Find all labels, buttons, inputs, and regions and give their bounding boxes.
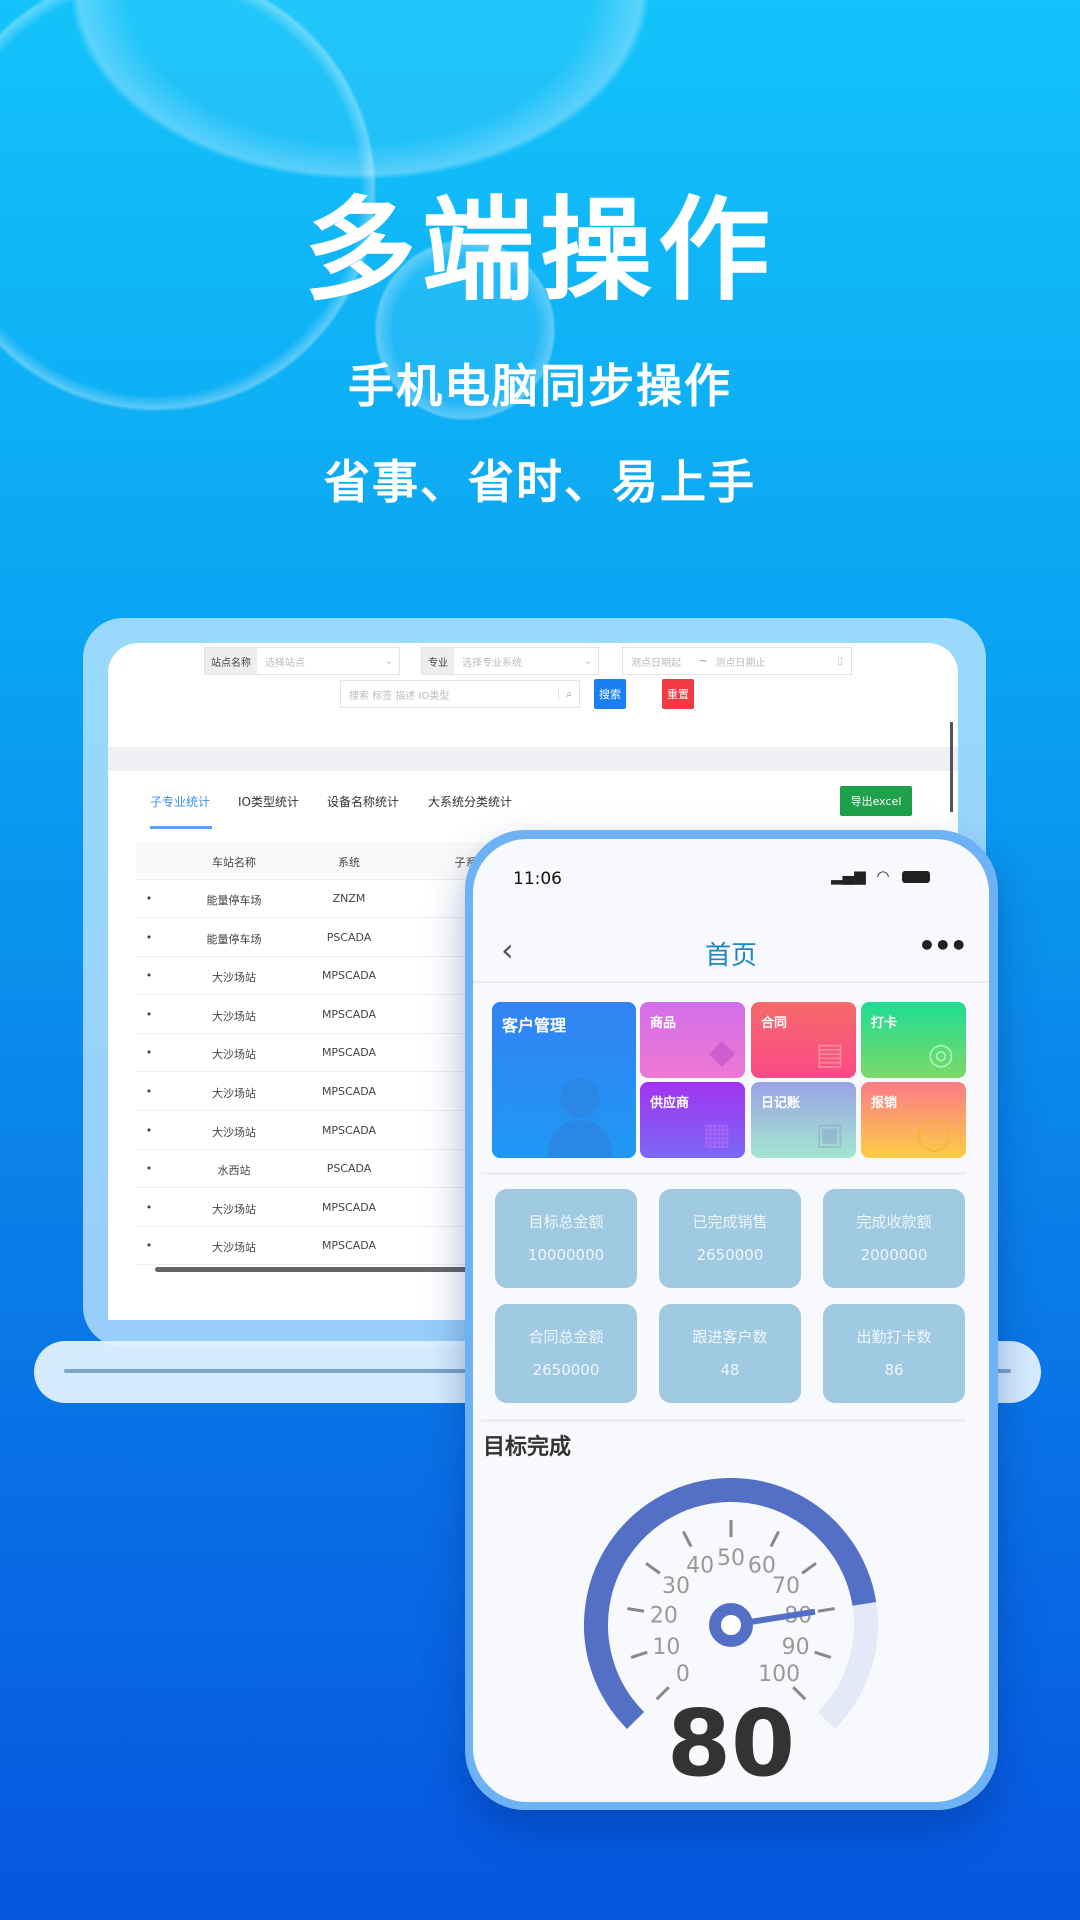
stat-card[interactable]: 跟进客户数 48 xyxy=(659,1304,801,1403)
stat-value: 2000000 xyxy=(860,1246,928,1264)
tile-checkin[interactable]: 打卡 ◎ xyxy=(861,1002,966,1078)
search-icon: ⌕ xyxy=(558,688,579,700)
gauge-tick-label: 70 xyxy=(772,1574,800,1599)
scrollbar-horizontal[interactable] xyxy=(155,1267,475,1272)
hero-title: 多端操作 xyxy=(304,186,776,316)
status-time: 11:06 xyxy=(513,869,562,889)
gauge-tick xyxy=(681,1530,693,1548)
content-gray-band xyxy=(108,747,958,771)
gauge-tick-label: 20 xyxy=(650,1603,678,1628)
row-bullet: • xyxy=(145,1007,153,1021)
chevron-down-icon: ⌄ xyxy=(583,655,592,667)
reset-button[interactable]: 重置 xyxy=(662,679,694,709)
person-icon xyxy=(560,1078,600,1118)
section-divider xyxy=(481,1419,966,1422)
gauge-tick-label: 90 xyxy=(782,1635,810,1660)
date-range-picker[interactable]: 测点日期起 ~ 测点日期止 ▯ xyxy=(622,647,852,675)
row-bullet: • xyxy=(145,930,153,944)
stat-label: 合同总金额 xyxy=(528,1328,604,1346)
row-bullet: • xyxy=(145,969,153,983)
gauge-tick xyxy=(801,1562,817,1575)
row-bullet: • xyxy=(145,1200,153,1214)
phone-screen: 11:06 ▂▄▆ ◠ ‹ 首页 ••• 客户管理 商品 ◆ 合同 ▤ 打卡 ◎ 供应… xyxy=(473,839,989,1802)
row-bullet: • xyxy=(145,1046,153,1060)
tab-system-class[interactable]: 大系统分类统计 xyxy=(428,793,512,810)
gauge-tick xyxy=(817,1607,835,1613)
active-tab-indicator xyxy=(150,826,212,829)
wifi-icon: ◠ xyxy=(876,867,890,885)
stat-label: 已完成销售 xyxy=(692,1213,768,1231)
coin-icon: ◯ xyxy=(916,1114,952,1152)
stat-label: 出勤打卡数 xyxy=(856,1328,932,1346)
person-body xyxy=(548,1120,612,1158)
stat-card[interactable]: 出勤打卡数 86 xyxy=(823,1304,965,1403)
tab-sub-major[interactable]: 子专业统计 xyxy=(150,793,210,810)
stat-value: 86 xyxy=(884,1361,904,1379)
row-bullet: • xyxy=(145,1162,153,1176)
tile-reimbursement[interactable]: 报销 ◯ xyxy=(861,1082,966,1158)
gauge-chart: 010203040506070809010080 xyxy=(584,1478,878,1794)
tile-contract[interactable]: 合同 ▤ xyxy=(751,1002,856,1078)
gauge-tick-label: 0 xyxy=(676,1662,690,1687)
document-icon: ▤ xyxy=(815,1037,844,1072)
search-input[interactable]: 搜索 标签 描述 IO类型 ⌕ xyxy=(340,680,580,708)
gauge-tick-label: 10 xyxy=(652,1635,680,1660)
gauge-tick xyxy=(769,1530,781,1548)
row-bullet: • xyxy=(145,1085,153,1098)
chevron-down-icon: ⌄ xyxy=(384,655,393,667)
tile-journal[interactable]: 日记账 ▣ xyxy=(751,1082,856,1158)
stat-label: 目标总金额 xyxy=(528,1213,604,1231)
calendar-icon: ▯ xyxy=(837,655,843,667)
nav-divider xyxy=(473,981,989,983)
stat-value: 2650000 xyxy=(532,1361,600,1379)
gauge-pivot xyxy=(709,1603,753,1647)
station-select[interactable]: 站点名称 选择站点 ⌄ xyxy=(204,647,400,675)
scrollbar-vertical[interactable] xyxy=(950,722,953,812)
hero-subtitle: 手机电脑同步操作 xyxy=(348,359,732,413)
gauge-tick-label: 40 xyxy=(686,1553,714,1578)
stat-value: 10000000 xyxy=(527,1246,605,1264)
signal-icon: ▂▄▆ xyxy=(831,867,866,885)
gauge-tick xyxy=(645,1562,661,1575)
gauge-value: 80 xyxy=(667,1690,795,1794)
stat-card[interactable]: 合同总金额 2650000 xyxy=(495,1304,637,1403)
gauge-tick-label: 50 xyxy=(717,1546,745,1571)
stat-value: 2650000 xyxy=(696,1246,764,1264)
search-button[interactable]: 搜索 xyxy=(594,679,626,709)
status-icons: ▂▄▆ ◠ xyxy=(831,867,931,885)
section-divider xyxy=(481,1172,966,1175)
tile-supplier[interactable]: 供应商 ▦ xyxy=(640,1082,745,1158)
row-bullet: • xyxy=(145,1239,153,1253)
page-title: 首页 xyxy=(704,941,757,971)
tab-io-type[interactable]: IO类型统计 xyxy=(238,793,299,810)
tile-customer-management[interactable]: 客户管理 xyxy=(492,1002,636,1158)
ledger-icon: ▣ xyxy=(815,1117,844,1152)
row-bullet: • xyxy=(145,1123,153,1137)
major-select[interactable]: 专业 选择专业系统 ⌄ xyxy=(421,647,599,675)
stat-value: 48 xyxy=(720,1361,740,1379)
more-icon[interactable]: ••• xyxy=(918,929,968,962)
tile-goods[interactable]: 商品 ◆ xyxy=(640,1002,745,1078)
gauge-tick xyxy=(630,1650,648,1659)
row-bullet: • xyxy=(145,892,153,905)
gauge-tick-label: 100 xyxy=(758,1662,800,1687)
gauge-tick xyxy=(792,1686,807,1701)
hero-tagline: 省事、省时、易上手 xyxy=(324,455,756,509)
box-icon: ◆ xyxy=(708,1032,735,1072)
stat-card[interactable]: 已完成销售 2650000 xyxy=(659,1189,801,1288)
stat-label: 完成收款额 xyxy=(856,1213,932,1231)
gauge-tick xyxy=(627,1607,645,1613)
tab-device-name[interactable]: 设备名称统计 xyxy=(327,793,399,810)
export-excel-button[interactable]: 导出excel xyxy=(840,786,912,816)
building-icon: ▦ xyxy=(702,1117,731,1152)
battery-icon xyxy=(902,870,931,883)
gauge-tick xyxy=(814,1650,832,1659)
stat-card[interactable]: 目标总金额 10000000 xyxy=(495,1189,637,1288)
touch-icon: ◎ xyxy=(927,1037,954,1072)
stat-label: 跟进客户数 xyxy=(692,1328,768,1346)
stat-card[interactable]: 完成收款额 2000000 xyxy=(823,1189,965,1288)
